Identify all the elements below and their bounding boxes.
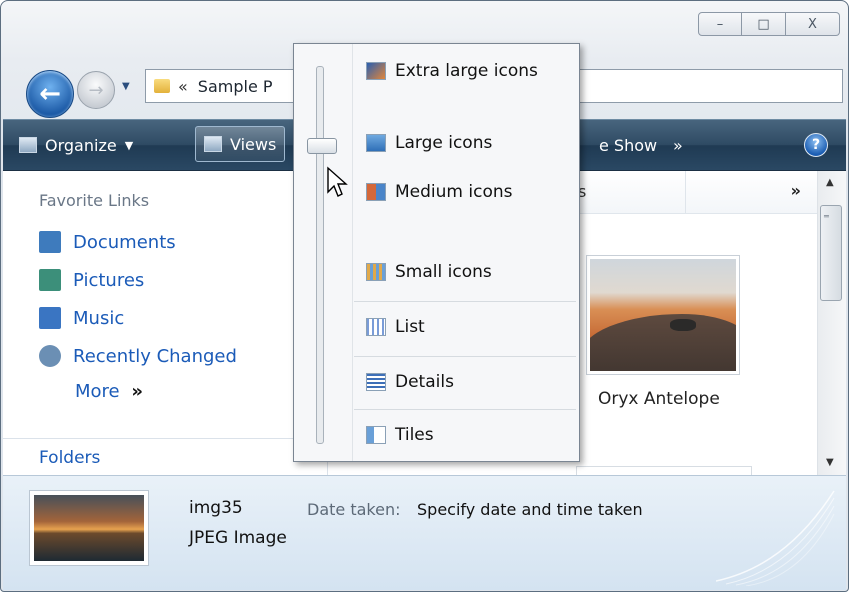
views-menu: Extra large icons Large icons Medium ico… [293, 43, 580, 462]
column-overflow-button[interactable]: » [791, 181, 801, 200]
menu-item-label: List [395, 317, 425, 337]
extra-large-icons-icon [366, 62, 386, 80]
vertical-scrollbar[interactable]: ▲ ═ ▼ [817, 171, 846, 475]
menu-gutter [352, 44, 353, 461]
close-icon: X [808, 16, 817, 32]
column-divider[interactable] [685, 171, 686, 213]
decorative-swoosh [716, 490, 835, 586]
menu-item-label: Medium icons [395, 182, 513, 202]
sidebar-item-pictures[interactable]: Pictures [39, 269, 144, 291]
details-icon [366, 373, 386, 391]
maximize-button[interactable]: □ [742, 12, 786, 36]
menu-item-label: Extra large icons [395, 61, 538, 81]
back-arrow-icon: ← [39, 79, 61, 109]
selected-file-type: JPEG Image [189, 528, 287, 548]
forward-arrow-icon: → [88, 79, 104, 101]
more-links-button[interactable]: More » [75, 381, 143, 402]
sidebar-item-music[interactable]: Music [39, 307, 124, 329]
menu-item-tiles[interactable]: Tiles [366, 425, 434, 445]
menu-item-label: Details [395, 372, 454, 392]
documents-icon [39, 231, 61, 253]
menu-item-details[interactable]: Details [366, 372, 454, 392]
breadcrumb-overflow-chevron[interactable]: « [178, 77, 188, 96]
sidebar-item-label: Recently Changed [73, 345, 237, 367]
view-size-slider[interactable] [316, 66, 324, 444]
menu-item-extra-large-icons[interactable]: Extra large icons [366, 61, 538, 81]
sidebar-item-recently-changed[interactable]: Recently Changed [39, 345, 237, 367]
minimize-icon: – [716, 16, 724, 32]
menu-item-small-icons[interactable]: Small icons [366, 262, 492, 282]
sidebar-item-label: Documents [73, 231, 176, 253]
maximize-icon: □ [757, 16, 770, 32]
medium-icons-icon [366, 183, 386, 201]
menu-item-label: Small icons [395, 262, 492, 282]
large-icons-icon [366, 134, 386, 152]
menu-separator [354, 356, 576, 357]
pane-divider [3, 438, 327, 439]
menu-item-large-icons[interactable]: Large icons [366, 133, 492, 153]
menu-item-medium-icons[interactable]: Medium icons [366, 182, 512, 202]
help-button[interactable]: ? [804, 133, 828, 157]
views-button[interactable]: Views [195, 126, 286, 162]
folders-toggle[interactable]: Folders [39, 448, 100, 468]
scroll-up-arrow-icon[interactable]: ▲ [826, 177, 834, 188]
list-icon [366, 318, 386, 336]
slide-show-button[interactable]: e Show [599, 120, 657, 170]
music-icon [39, 307, 61, 329]
double-chevron-icon: » [131, 381, 143, 402]
menu-separator [354, 301, 576, 302]
view-size-slider-thumb[interactable] [307, 138, 337, 154]
organize-button[interactable]: Organize ▼ [19, 120, 133, 170]
chevron-down-icon: ▼ [122, 81, 130, 92]
forward-button[interactable]: → [77, 71, 115, 109]
date-taken-value[interactable]: Specify date and time taken [417, 500, 643, 519]
mouse-pointer-icon [327, 166, 348, 197]
tiles-icon [366, 426, 386, 444]
small-icons-icon [366, 263, 386, 281]
double-chevron-icon: » [673, 135, 683, 155]
organize-icon [19, 137, 37, 153]
menu-item-label: Tiles [395, 425, 434, 445]
slide-show-label: e Show [599, 135, 658, 155]
organize-label: Organize [45, 135, 117, 155]
help-icon: ? [811, 137, 821, 153]
menu-separator [354, 409, 576, 410]
sidebar-item-label: Music [73, 307, 125, 329]
close-button[interactable]: X [786, 12, 840, 36]
recent-pages-dropdown[interactable]: ▼ [122, 81, 130, 92]
file-name-label[interactable]: Oryx Antelope [598, 389, 720, 409]
minimize-button[interactable]: – [698, 12, 742, 36]
menu-item-label: Large icons [395, 133, 493, 153]
favorite-links-heading: Favorite Links [39, 191, 150, 210]
views-icon [204, 136, 222, 152]
date-taken-label: Date taken: [307, 500, 401, 519]
caption-buttons: – □ X [698, 12, 840, 36]
recently-changed-icon [39, 345, 61, 367]
sidebar-item-label: Pictures [73, 269, 145, 291]
views-label: Views [230, 134, 277, 154]
folder-icon [154, 79, 170, 93]
oryx-antelope-image [590, 259, 736, 371]
breadcrumb-folder[interactable]: Sample P [198, 77, 273, 96]
back-button[interactable]: ← [26, 70, 74, 118]
pictures-icon [39, 269, 61, 291]
selected-file-thumbnail [29, 490, 149, 566]
file-thumbnail[interactable] [586, 255, 740, 375]
toolbar-overflow-button[interactable]: » [673, 120, 683, 170]
scroll-down-arrow-icon[interactable]: ▼ [826, 457, 834, 468]
chevron-down-icon: ▼ [124, 138, 134, 152]
grip-icon: ═ [824, 212, 829, 221]
menu-item-list[interactable]: List [366, 317, 425, 337]
details-pane: img35 JPEG Image Date taken: Specify dat… [3, 475, 846, 590]
sidebar-item-documents[interactable]: Documents [39, 231, 176, 253]
selected-file-name: img35 [189, 498, 243, 518]
more-label: More [75, 381, 120, 402]
navigation-pane: Favorite Links Documents Pictures Music … [3, 171, 328, 475]
